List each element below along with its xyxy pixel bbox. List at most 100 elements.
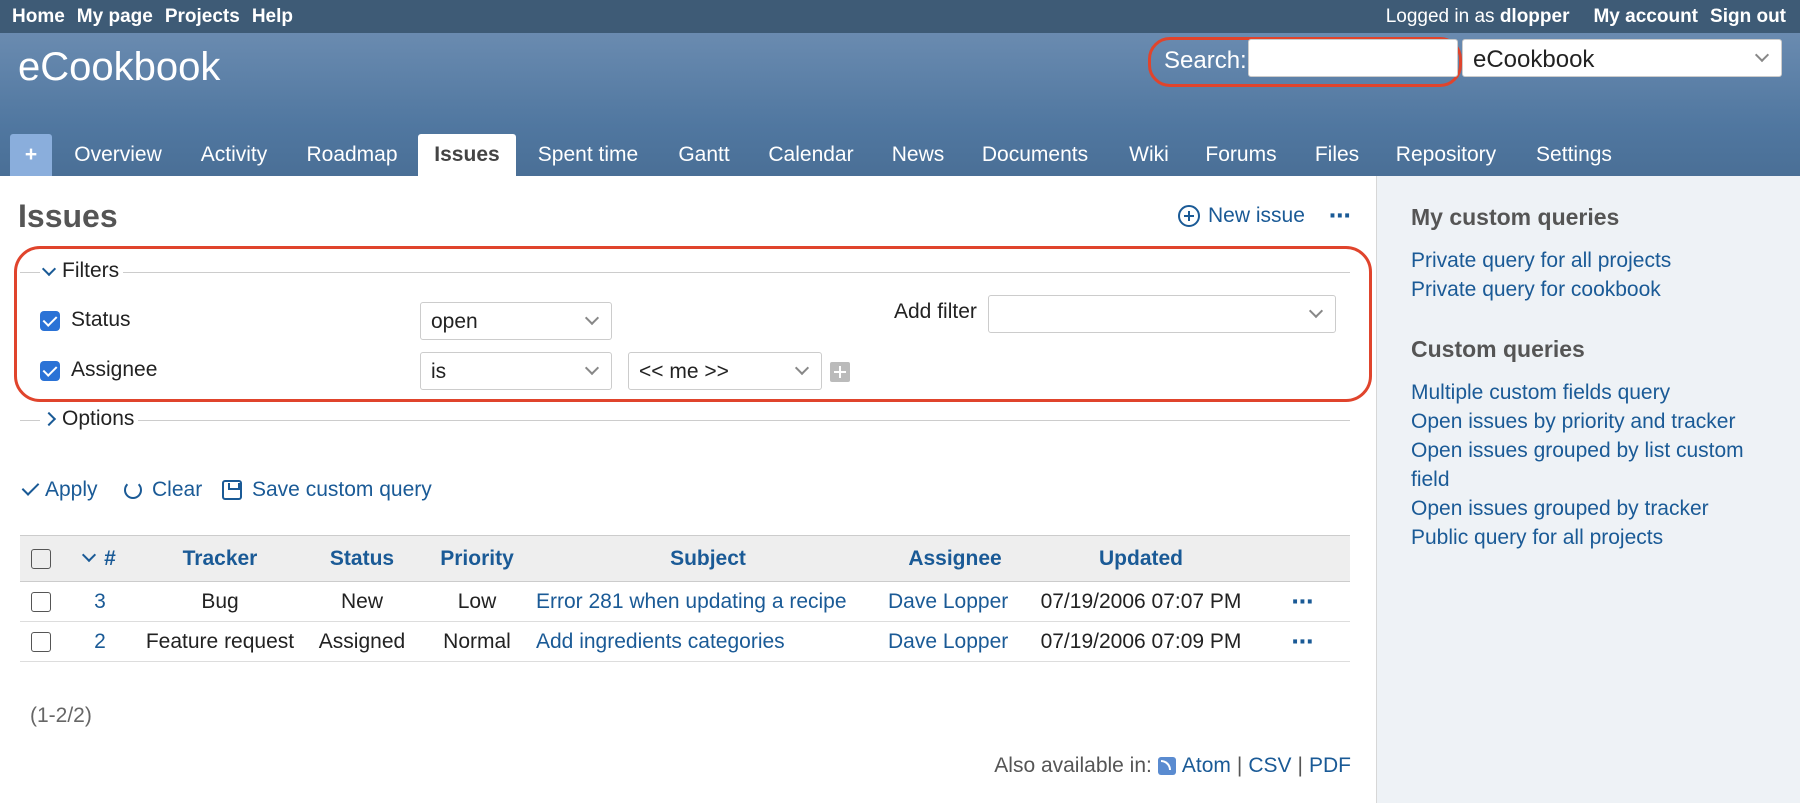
add-filter-select[interactable] <box>988 295 1336 333</box>
my-account-link[interactable]: My account <box>1593 6 1698 28</box>
issue-assignee-link[interactable]: Dave Lopper <box>884 621 1026 662</box>
tab-new-object[interactable]: + <box>10 134 52 176</box>
sidebar-query-grouped-tracker[interactable]: Open issues grouped by tracker <box>1411 494 1781 523</box>
other-formats: Also available in: Atom | CSV | PDF <box>994 754 1351 778</box>
sidebar-query-public-all[interactable]: Public query for all projects <box>1411 523 1781 552</box>
sidebar: My custom queries Private query for all … <box>1376 176 1800 803</box>
tab-activity[interactable]: Activity <box>186 134 282 176</box>
project-jump-select[interactable]: eCookbook <box>1462 39 1782 77</box>
assignee-filter-checkbox[interactable] <box>40 361 60 381</box>
issue-tracker: Feature request <box>138 621 302 662</box>
save-query-button[interactable]: Save custom query <box>222 478 432 502</box>
refresh-icon <box>124 481 142 499</box>
top-menu: Home My page Projects Help Logged in as … <box>0 0 1800 33</box>
row-actions-icon[interactable]: ⋯ <box>1256 621 1350 662</box>
header-updated[interactable]: Updated <box>1026 535 1256 582</box>
header-id-label: # <box>104 546 116 570</box>
tab-settings[interactable]: Settings <box>1522 134 1626 176</box>
clear-button[interactable]: Clear <box>124 478 202 502</box>
issue-status: New <box>302 581 422 622</box>
chevron-down-icon <box>1308 303 1324 319</box>
assignee-value-select[interactable]: << me >> <box>628 352 822 390</box>
tab-calendar[interactable]: Calendar <box>760 134 862 176</box>
table-header-row: # Tracker Status Priority Subject Assign… <box>20 535 1350 582</box>
tab-files[interactable]: Files <box>1300 134 1374 176</box>
chevron-down-icon <box>584 360 600 376</box>
new-issue-button[interactable]: New issue ⋯ <box>1178 203 1352 229</box>
assignee-value: << me >> <box>639 360 729 383</box>
tab-issues[interactable]: Issues <box>418 134 516 176</box>
sign-out-link[interactable]: Sign out <box>1710 6 1786 28</box>
status-filter-checkbox[interactable] <box>40 311 60 331</box>
tab-documents[interactable]: Documents <box>972 134 1098 176</box>
issue-assignee-link[interactable]: Dave Lopper <box>884 581 1026 622</box>
chevron-right-icon <box>41 411 57 427</box>
add-value-icon[interactable] <box>830 362 850 382</box>
issue-subject-link[interactable]: Add ingredients categories <box>532 621 884 662</box>
pagination: (1-2/2) <box>30 704 92 727</box>
save-label: Save custom query <box>252 478 432 501</box>
sidebar-query-priority-tracker[interactable]: Open issues by priority and tracker <box>1411 407 1781 436</box>
issue-id-link[interactable]: 3 <box>62 581 138 622</box>
issue-priority: Normal <box>422 621 532 662</box>
row-checkbox[interactable] <box>31 631 51 652</box>
header-subject[interactable]: Subject <box>532 535 884 582</box>
atom-link[interactable]: Atom <box>1182 754 1231 778</box>
issue-updated: 07/19/2006 07:09 PM <box>1026 621 1256 662</box>
csv-link[interactable]: CSV <box>1248 754 1291 778</box>
assignee-filter-label: Assignee <box>71 358 158 381</box>
top-menu-help[interactable]: Help <box>252 6 293 28</box>
tab-gantt[interactable]: Gantt <box>664 134 744 176</box>
issue-subject-link[interactable]: Error 281 when updating a recipe <box>532 581 884 622</box>
status-filter-label: Status <box>71 308 131 331</box>
tab-repository[interactable]: Repository <box>1386 134 1506 176</box>
header-assignee[interactable]: Assignee <box>884 535 1026 582</box>
chevron-down-icon <box>41 261 57 276</box>
search-label: Search: <box>1164 47 1247 74</box>
top-menu-projects[interactable]: Projects <box>165 6 240 28</box>
assignee-operator-select[interactable]: is <box>420 352 612 390</box>
my-queries-title: My custom queries <box>1411 204 1620 230</box>
search-input[interactable] <box>1248 39 1458 77</box>
status-operator-select[interactable]: open <box>420 302 612 340</box>
row-checkbox[interactable] <box>31 591 51 612</box>
options-divider <box>20 420 1350 421</box>
sidebar-query-private-all[interactable]: Private query for all projects <box>1411 246 1781 275</box>
select-all-checkbox[interactable] <box>31 548 51 569</box>
header-tracker[interactable]: Tracker <box>138 535 302 582</box>
issue-id-link[interactable]: 2 <box>62 621 138 662</box>
options-toggle[interactable]: Options <box>40 407 139 431</box>
header-id[interactable]: # <box>62 535 138 582</box>
new-issue-label: New issue <box>1208 204 1305 227</box>
top-menu-my-page[interactable]: My page <box>77 6 153 28</box>
apply-button[interactable]: Apply <box>21 478 98 502</box>
tab-news[interactable]: News <box>880 134 956 176</box>
tab-wiki[interactable]: Wiki <box>1112 134 1186 176</box>
page-title: Issues <box>18 198 118 234</box>
tab-roadmap[interactable]: Roadmap <box>296 134 408 176</box>
tab-forums[interactable]: Forums <box>1196 134 1286 176</box>
logged-in-user[interactable]: dlopper <box>1500 6 1570 27</box>
tab-spent-time[interactable]: Spent time <box>528 134 648 176</box>
project-jump-value: eCookbook <box>1473 46 1595 73</box>
table-row: 2 Feature request Assigned Normal Add in… <box>20 621 1350 662</box>
logged-in-prefix: Logged in as <box>1385 6 1495 27</box>
row-actions-icon[interactable]: ⋯ <box>1256 581 1350 622</box>
project-title: eCookbook <box>18 45 221 89</box>
options-legend: Options <box>62 407 135 430</box>
sidebar-query-multiple-fields[interactable]: Multiple custom fields query <box>1411 378 1781 407</box>
header-status[interactable]: Status <box>302 535 422 582</box>
custom-queries-title: Custom queries <box>1411 336 1585 362</box>
tab-overview[interactable]: Overview <box>62 134 174 176</box>
filters-toggle[interactable]: Filters <box>40 259 124 283</box>
more-actions-icon[interactable]: ⋯ <box>1329 203 1352 229</box>
header-priority[interactable]: Priority <box>422 535 532 582</box>
sidebar-query-grouped-list[interactable]: Open issues grouped by list custom field <box>1411 436 1781 494</box>
save-icon <box>222 480 242 500</box>
top-menu-home[interactable]: Home <box>12 6 65 28</box>
pdf-link[interactable]: PDF <box>1309 754 1351 778</box>
row-select-cell <box>20 621 62 662</box>
sidebar-query-private-cookbook[interactable]: Private query for cookbook <box>1411 275 1781 304</box>
chevron-down-icon <box>1754 47 1770 63</box>
top-menu-right: Logged in as dlopper My account Sign out <box>1386 6 1786 28</box>
